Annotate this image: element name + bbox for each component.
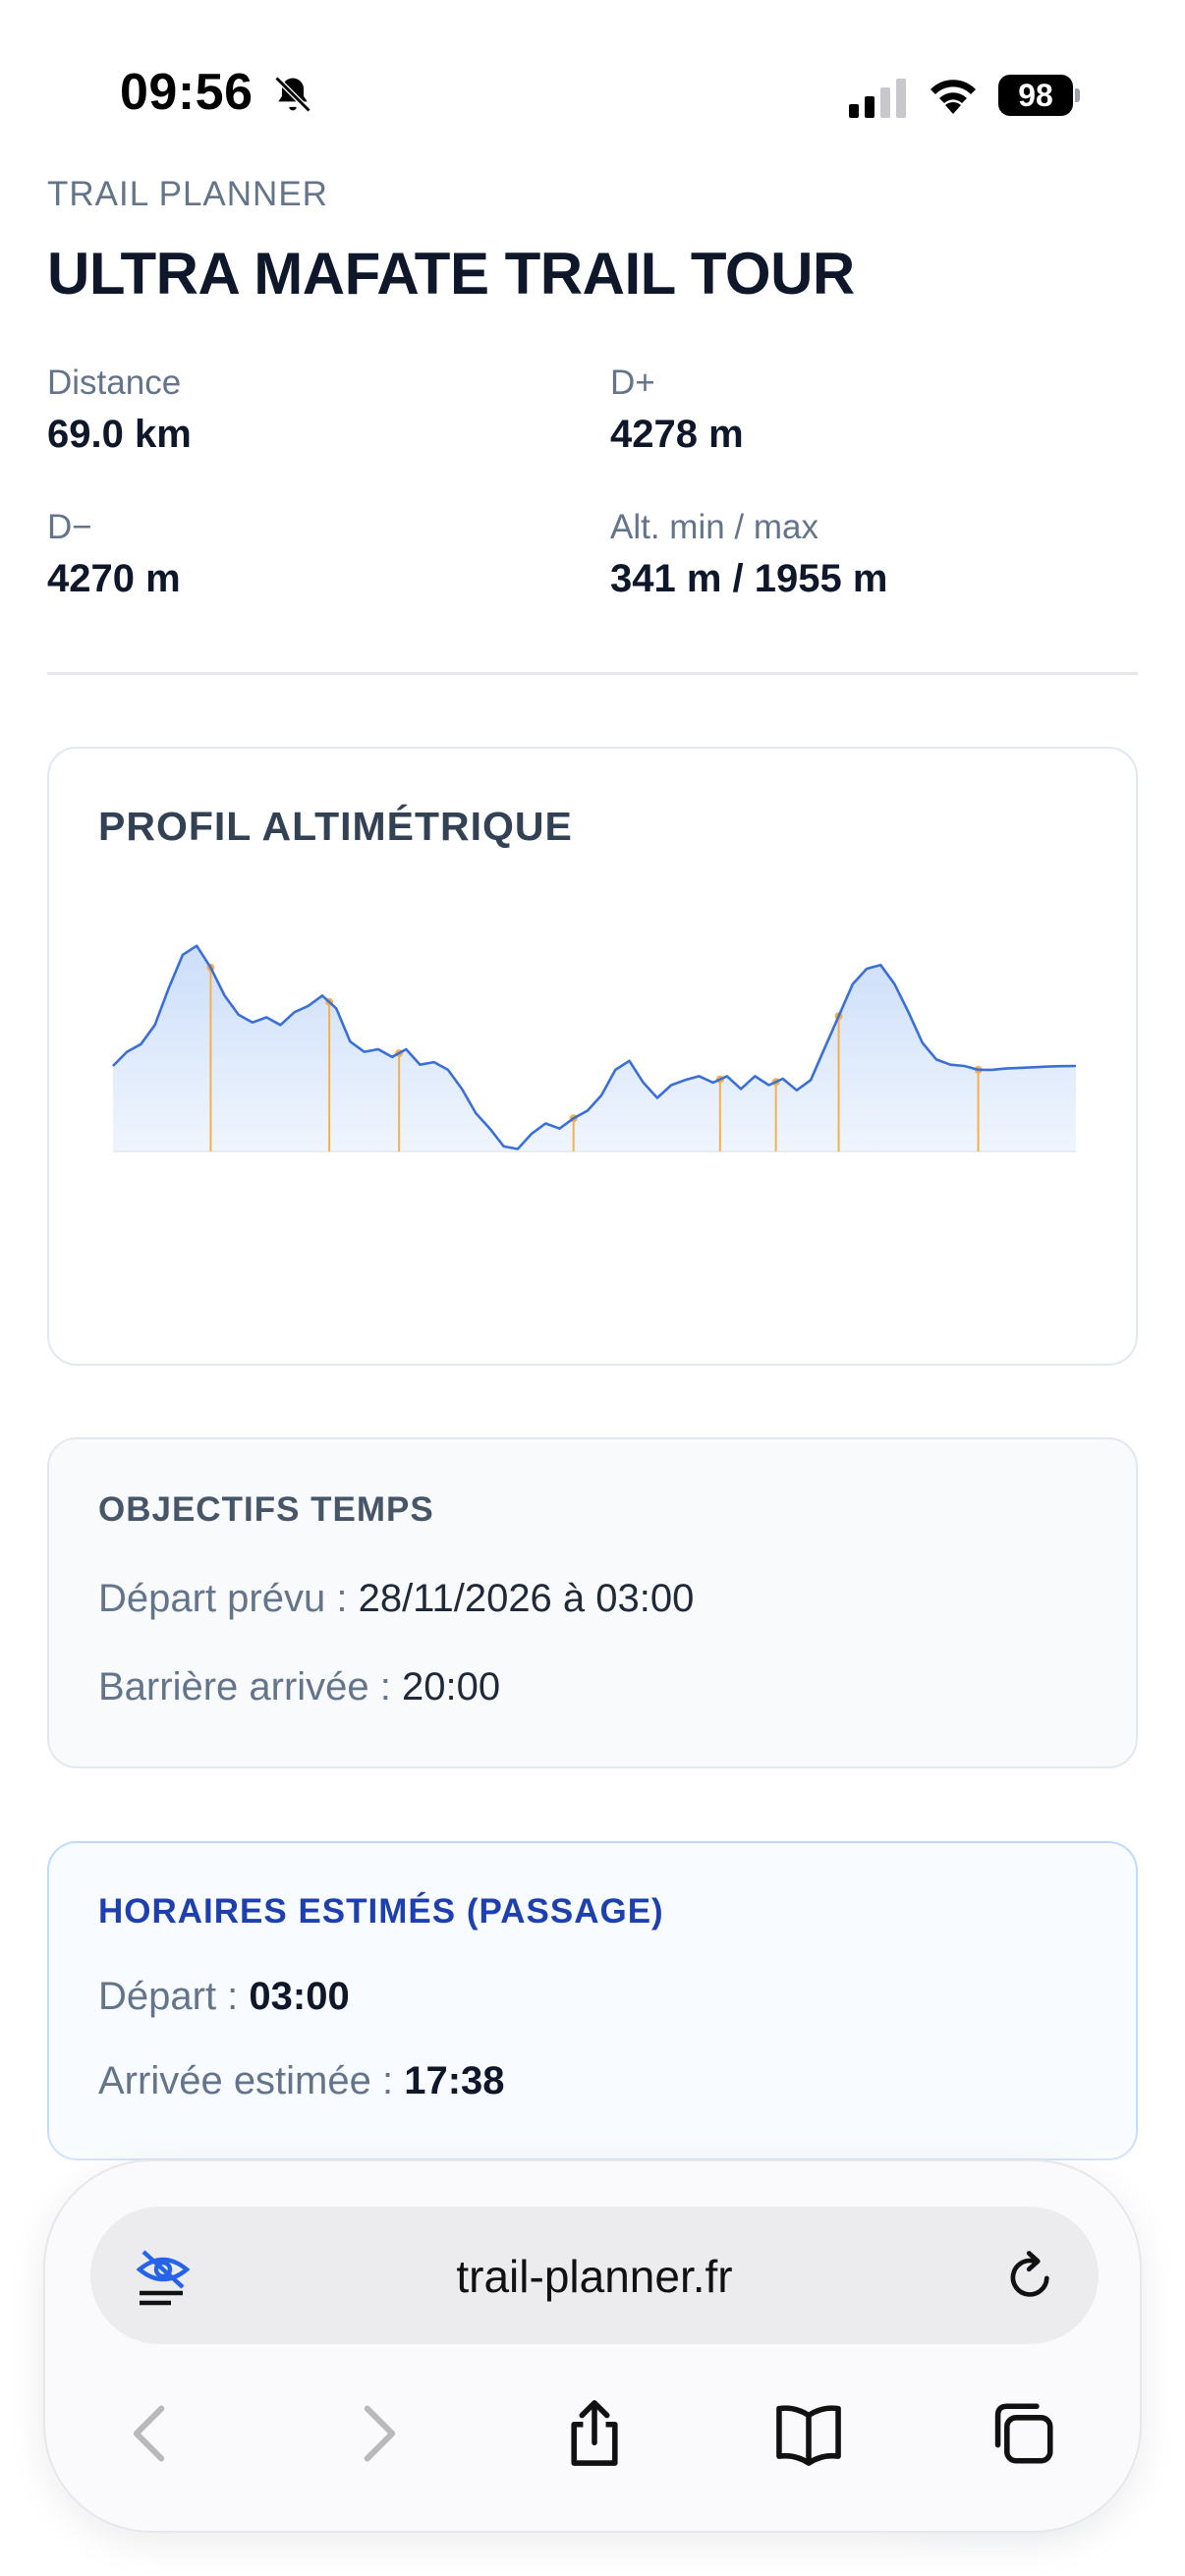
estimated-departure: Départ : 03:00 bbox=[98, 1975, 350, 2019]
stat-value: 4270 m bbox=[47, 557, 181, 600]
stat-value: 4278 m bbox=[610, 413, 744, 456]
address-bar[interactable]: trail-planner.fr bbox=[90, 2207, 1099, 2344]
stat-elevation-loss: D− 4270 m bbox=[47, 508, 181, 601]
status-bar: 09:56 98 bbox=[0, 0, 1185, 187]
back-icon[interactable] bbox=[116, 2397, 189, 2470]
bell-slash-icon bbox=[274, 76, 311, 113]
app-eyebrow: TRAIL PLANNER bbox=[47, 175, 328, 213]
elevation-chart[interactable] bbox=[49, 886, 1140, 1279]
finish-cutoff: Barrière arrivée : 20:00 bbox=[98, 1665, 500, 1709]
signal-icon bbox=[849, 79, 906, 118]
tabs-icon[interactable] bbox=[987, 2397, 1059, 2470]
bookmarks-icon[interactable] bbox=[772, 2397, 845, 2470]
divider bbox=[47, 672, 1138, 675]
stat-label: D− bbox=[47, 508, 92, 546]
stat-distance: Distance 69.0 km bbox=[47, 364, 192, 457]
estimated-departure-label: Départ : bbox=[98, 1975, 250, 2018]
goals-title: OBJECTIFS TEMPS bbox=[98, 1490, 434, 1529]
times-title: HORAIRES ESTIMÉS (PASSAGE) bbox=[98, 1892, 664, 1931]
finish-cutoff-label: Barrière arrivée : bbox=[98, 1665, 402, 1708]
planned-departure-value: 28/11/2026 à 03:00 bbox=[358, 1577, 695, 1620]
status-time: 09:56 bbox=[120, 64, 254, 121]
wifi-icon bbox=[931, 80, 976, 114]
battery-icon: 98 bbox=[998, 75, 1081, 116]
estimated-arrival-label: Arrivée estimée : bbox=[98, 2059, 405, 2102]
browser-nav-row bbox=[45, 2378, 1144, 2486]
stat-value: 69.0 km bbox=[47, 413, 192, 456]
share-icon[interactable] bbox=[558, 2397, 631, 2470]
time-goals-card: OBJECTIFS TEMPS Départ prévu : 28/11/202… bbox=[47, 1437, 1138, 1768]
battery-level: 98 bbox=[998, 75, 1073, 116]
estimated-arrival-value: 17:38 bbox=[404, 2059, 505, 2102]
forward-icon[interactable] bbox=[340, 2397, 413, 2470]
stat-label: Distance bbox=[47, 364, 182, 402]
stat-label: Alt. min / max bbox=[610, 508, 818, 546]
stat-label: D+ bbox=[610, 364, 655, 402]
planned-departure-label: Départ prévu : bbox=[98, 1577, 359, 1620]
reload-icon[interactable] bbox=[1002, 2248, 1059, 2305]
battery-tip bbox=[1075, 88, 1080, 102]
planned-departure: Départ prévu : 28/11/2026 à 03:00 bbox=[98, 1577, 694, 1621]
elevation-profile-card: PROFIL ALTIMÉTRIQUE bbox=[47, 747, 1138, 1366]
finish-cutoff-value: 20:00 bbox=[401, 1665, 501, 1708]
browser-toolbar: trail-planner.fr bbox=[43, 2159, 1142, 2533]
estimated-arrival: Arrivée estimée : 17:38 bbox=[98, 2059, 505, 2103]
stat-value: 341 m / 1955 m bbox=[610, 557, 888, 600]
url-text[interactable]: trail-planner.fr bbox=[90, 2250, 1099, 2303]
page-title: ULTRA MAFATE TRAIL TOUR bbox=[47, 241, 855, 307]
profile-title: PROFIL ALTIMÉTRIQUE bbox=[98, 804, 573, 849]
estimated-departure-value: 03:00 bbox=[249, 1975, 350, 2018]
stat-elevation-gain: D+ 4278 m bbox=[610, 364, 744, 457]
profile-area bbox=[113, 945, 1076, 1151]
estimated-times-card: HORAIRES ESTIMÉS (PASSAGE) Départ : 03:0… bbox=[47, 1841, 1138, 2160]
stat-altitude-range: Alt. min / max 341 m / 1955 m bbox=[610, 508, 887, 601]
